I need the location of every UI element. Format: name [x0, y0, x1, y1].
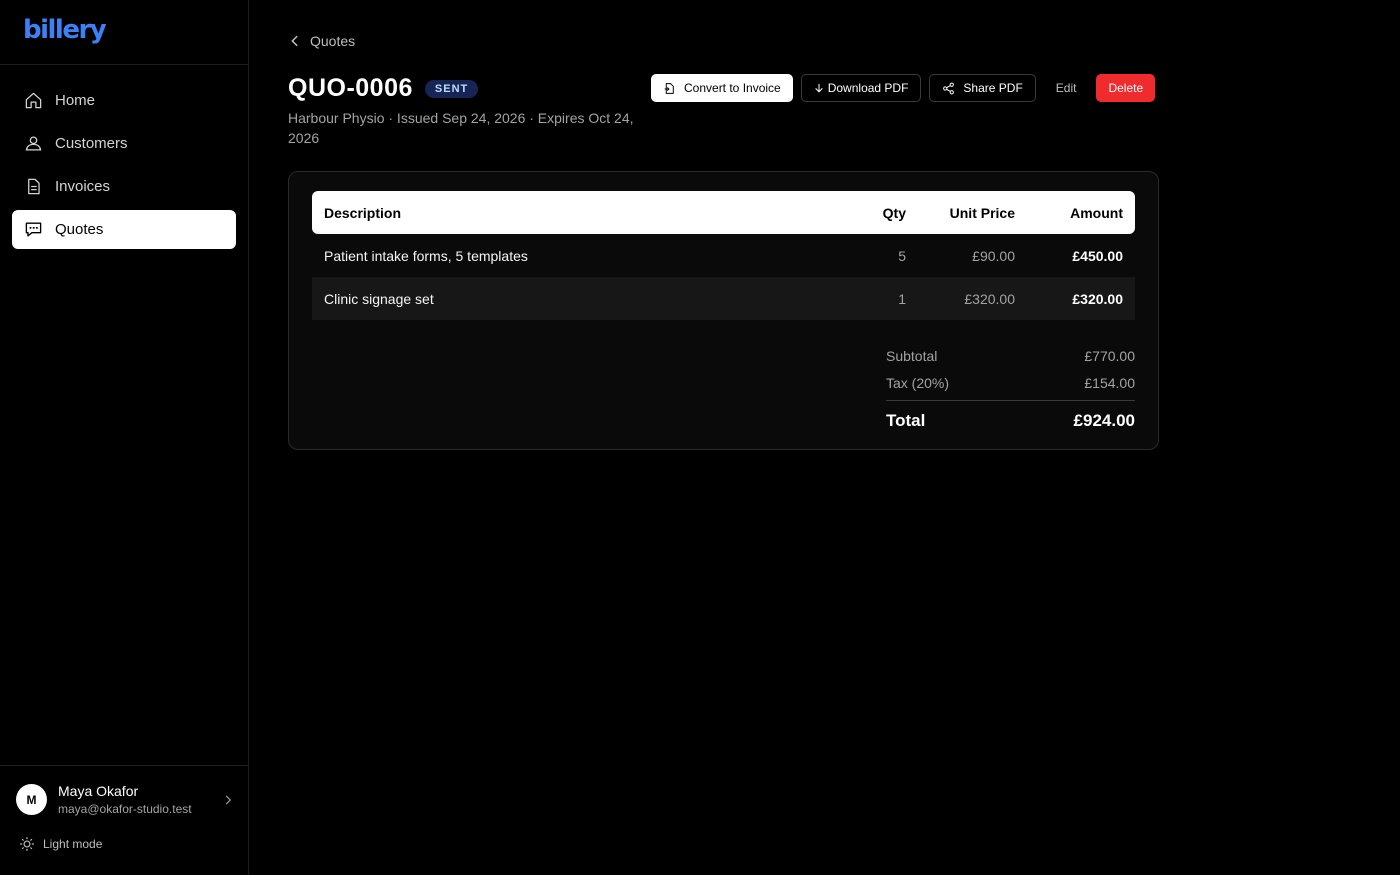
breadcrumb-label: Quotes — [310, 33, 356, 49]
users-icon — [23, 134, 43, 154]
row-qty: 1 — [898, 290, 906, 307]
convert-label: Convert to Invoice — [684, 81, 781, 95]
arrow-down-icon — [815, 83, 823, 93]
user-menu[interactable]: M Maya Okafor maya@okafor-studio.test — [16, 783, 236, 816]
quote-subtitle: Harbour Physio · Issued Sep 24, 2026 · E… — [288, 110, 634, 146]
subtotal-label: Subtotal — [886, 347, 938, 364]
chevron-right-icon — [220, 792, 236, 808]
line-items-table: Description Qty Unit Price Amount Patien… — [312, 191, 1135, 320]
brand-logo[interactable]: billery — [23, 14, 107, 46]
row-unit-price: £320.00 — [964, 290, 1015, 307]
tax-line: Tax (20%) £154.00 — [886, 369, 1135, 396]
sidebar-item-quotes[interactable]: Quotes — [12, 210, 236, 249]
total-label: Total — [886, 410, 926, 430]
subtotal-line: Subtotal £770.00 — [886, 342, 1135, 369]
row-description: Clinic signage set — [324, 290, 434, 307]
sidebar-item-customers[interactable]: Customers — [12, 124, 236, 163]
row-unit-price: £90.00 — [972, 247, 1015, 264]
logo-text: billery — [23, 15, 107, 45]
convert-to-invoice-button[interactable]: Convert to Invoice — [651, 74, 793, 102]
sidebar-item-label: Invoices — [55, 178, 111, 195]
chat-icon — [23, 220, 43, 240]
header-description: Description — [324, 204, 402, 221]
action-toolbar: Convert to Invoice Download PDF Share PD… — [651, 74, 1156, 102]
tax-label: Tax (20%) — [886, 374, 950, 391]
table-row: Patient intake forms, 5 templates 5 £90.… — [312, 234, 1135, 277]
status-badge: SENT — [424, 79, 479, 98]
chevron-left-icon — [291, 35, 298, 47]
share-icon — [943, 82, 955, 94]
totals-summary: Subtotal £770.00 Tax (20%) £154.00 Total… — [886, 342, 1135, 440]
user-info: Maya Okafor maya@okafor-studio.test — [58, 783, 220, 817]
share-label: Share PDF — [963, 81, 1023, 95]
breadcrumb-back-link[interactable]: Quotes — [288, 31, 355, 51]
header-unit-price: Unit Price — [949, 204, 1015, 221]
delete-button[interactable]: Delete — [1096, 74, 1156, 102]
user-email: maya@okafor-studio.test — [58, 801, 192, 816]
sidebar-divider — [0, 64, 248, 65]
avatar: M — [16, 784, 47, 815]
sidebar-nav: Home Customers Invoices Quotes — [12, 81, 236, 253]
page-title: QUO-0006 — [288, 74, 413, 102]
row-amount: £450.00 — [1072, 247, 1123, 264]
theme-toggle[interactable]: Light mode — [20, 837, 102, 851]
quote-card: Description Qty Unit Price Amount Patien… — [288, 171, 1159, 450]
document-icon — [23, 177, 43, 197]
row-description: Patient intake forms, 5 templates — [324, 247, 528, 264]
total-value: £924.00 — [1073, 410, 1135, 430]
sidebar-item-label: Customers — [55, 135, 128, 152]
sidebar-item-label: Quotes — [55, 221, 104, 238]
sun-icon — [20, 837, 34, 851]
table-row: Clinic signage set 1 £320.00 £320.00 — [312, 277, 1135, 320]
header-amount: Amount — [1070, 204, 1123, 221]
row-qty: 5 — [898, 247, 906, 264]
sidebar: billery Home Customers Invoices Quotes M… — [0, 0, 249, 875]
user-name: Maya Okafor — [58, 782, 139, 799]
title-row: QUO-0006 SENT — [288, 74, 479, 103]
tax-value: £154.00 — [1084, 374, 1135, 391]
theme-toggle-label: Light mode — [43, 837, 103, 851]
total-line: Total £924.00 — [886, 401, 1135, 440]
convert-document-icon — [664, 82, 674, 94]
share-pdf-button[interactable]: Share PDF — [929, 74, 1036, 102]
row-amount: £320.00 — [1072, 290, 1123, 307]
home-icon — [23, 91, 43, 111]
download-pdf-button[interactable]: Download PDF — [800, 74, 922, 102]
sidebar-item-label: Home — [55, 92, 96, 109]
table-header: Description Qty Unit Price Amount — [312, 191, 1135, 234]
download-label: Download PDF — [827, 81, 909, 95]
subtotal-value: £770.00 — [1084, 347, 1135, 364]
sidebar-item-home[interactable]: Home — [12, 81, 236, 120]
edit-button[interactable]: Edit — [1044, 74, 1089, 102]
header-qty: Qty — [882, 204, 906, 221]
sidebar-item-invoices[interactable]: Invoices — [12, 167, 236, 206]
sidebar-bottom-divider — [0, 765, 248, 766]
